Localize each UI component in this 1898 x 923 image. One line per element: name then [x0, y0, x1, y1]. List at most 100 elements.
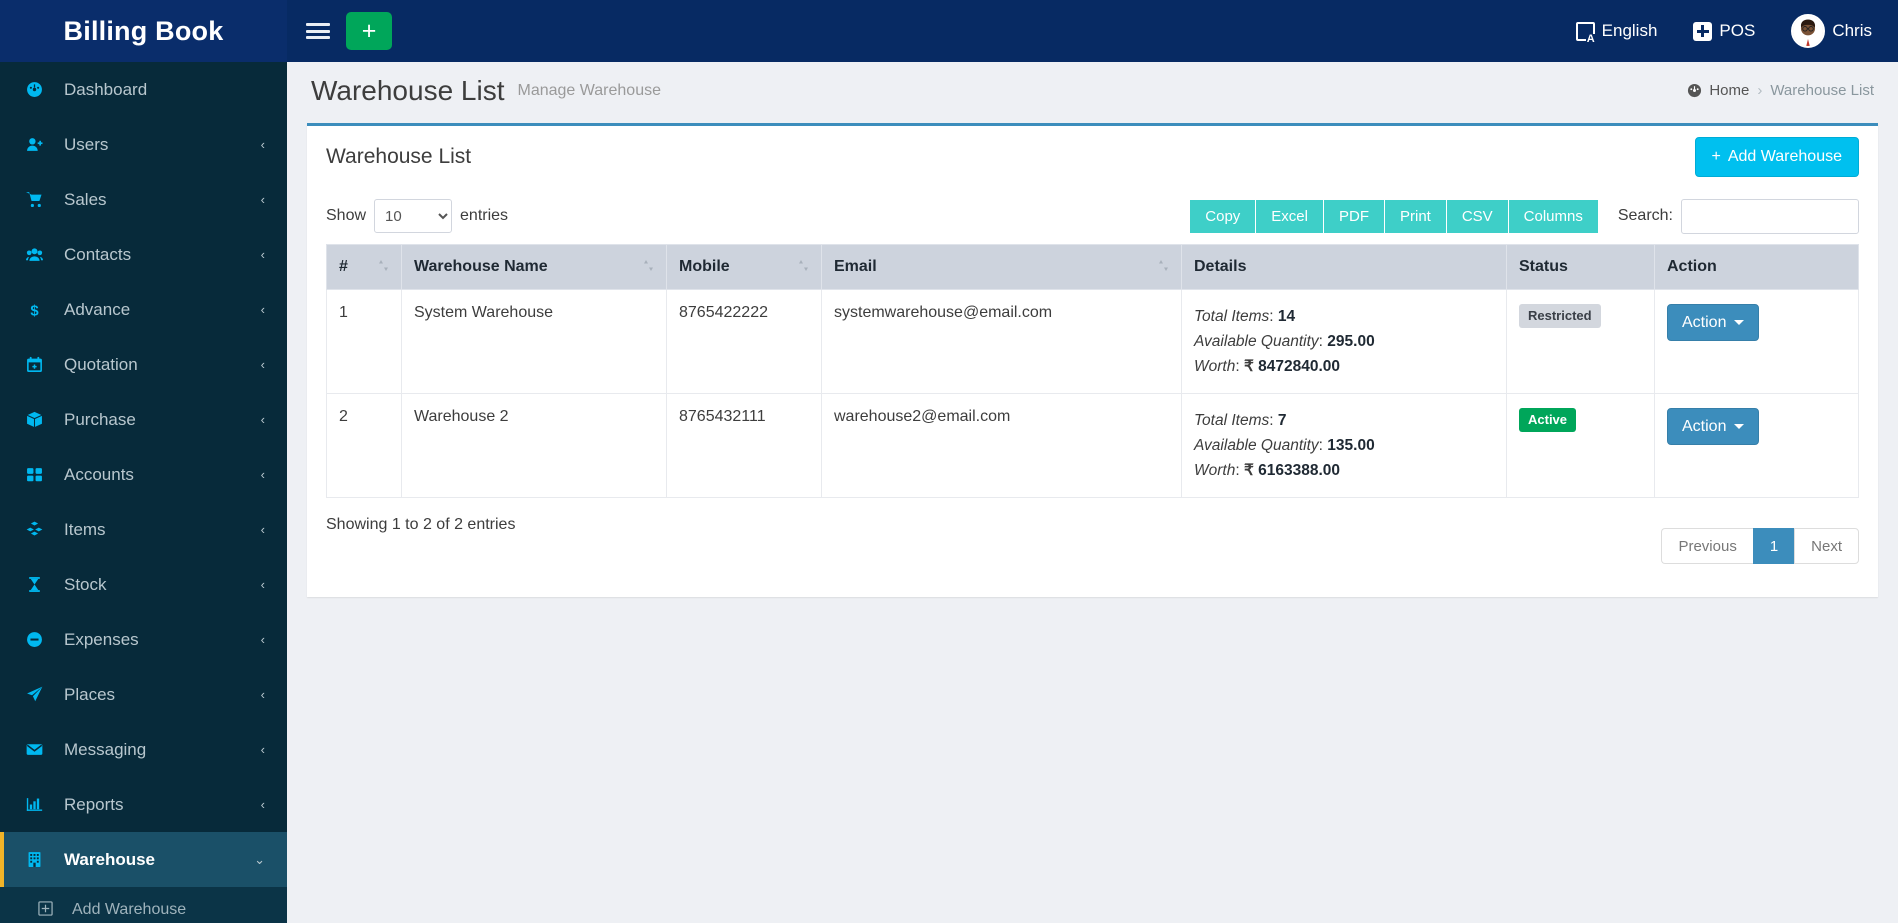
sidebar-item-places[interactable]: Places ‹	[0, 667, 287, 722]
user-menu[interactable]: Chris	[1791, 14, 1872, 48]
column-header-mobile[interactable]: Mobile	[666, 244, 822, 290]
sidebar-item-advance[interactable]: $ Advance ‹	[0, 282, 287, 337]
column-header-email[interactable]: Email	[821, 244, 1182, 290]
search-label: Search:	[1617, 207, 1673, 224]
detail-label-available-quantity: Available Quantity	[1194, 437, 1319, 454]
chevron-left-icon: ‹	[260, 467, 265, 482]
sort-icon[interactable]	[378, 259, 389, 276]
chevron-left-icon: ‹	[260, 632, 265, 647]
sidebar-item-stock[interactable]: Stock ‹	[0, 557, 287, 612]
detail-worth: Worth: ₹ 6163388.00	[1194, 458, 1494, 483]
pagination-previous[interactable]: Previous	[1661, 528, 1753, 564]
sidebar: Dashboard Users ‹ Sales ‹ Contacts ‹ $ Advance ‹ Q…	[0, 62, 287, 923]
detail-colon: :	[1269, 308, 1278, 325]
export-copy-button[interactable]: Copy	[1190, 199, 1257, 233]
detail-colon: :	[1318, 333, 1328, 350]
detail-value-worth: 6163388.00	[1258, 462, 1341, 479]
sidebar-item-label: Sales	[64, 189, 107, 209]
currency-symbol: ₹	[1243, 462, 1254, 479]
quick-add-button[interactable]: +	[346, 12, 392, 50]
column-header-label: #	[339, 258, 348, 275]
table-footer: Showing 1 to 2 of 2 entries Previous 1 N…	[326, 498, 1859, 578]
cell-email: systemwarehouse@email.com	[821, 289, 1182, 394]
sidebar-item-label: Expenses	[64, 629, 139, 649]
export-pdf-button[interactable]: PDF	[1323, 199, 1385, 233]
sidebar-item-accounts[interactable]: Accounts ‹	[0, 447, 287, 502]
sidebar-item-warehouse[interactable]: Warehouse ⌄	[0, 832, 287, 887]
sidebar-item-messaging[interactable]: Messaging ‹	[0, 722, 287, 777]
detail-label-worth: Worth	[1194, 462, 1236, 479]
detail-value-total-items: 14	[1277, 308, 1296, 325]
export-excel-button[interactable]: Excel	[1256, 199, 1324, 233]
contacts-icon	[26, 246, 52, 263]
sidebar-item-quotation[interactable]: Quotation ‹	[0, 337, 287, 392]
sidebar-subitem-add-warehouse[interactable]: Add Warehouse	[0, 887, 287, 923]
plus-square-icon	[38, 900, 62, 919]
add-warehouse-button[interactable]: + Add Warehouse	[1694, 137, 1859, 177]
row-action-button[interactable]: Action	[1667, 304, 1760, 341]
detail-colon: :	[1235, 462, 1244, 479]
calendar-icon	[26, 356, 52, 373]
sort-icon[interactable]	[643, 259, 654, 276]
detail-label-total-items: Total Items	[1194, 412, 1270, 429]
pagination-next[interactable]: Next	[1794, 528, 1859, 564]
column-header-label: Details	[1194, 258, 1247, 275]
sidebar-item-dashboard[interactable]: Dashboard	[0, 62, 287, 117]
sort-icon[interactable]	[1158, 259, 1169, 276]
hamburger-line	[306, 29, 330, 33]
app-brand[interactable]: Billing Book	[0, 0, 287, 62]
table-body: 1 System Warehouse 8765422222 systemwarehou…	[326, 289, 1859, 498]
cell-warehouse-name: System Warehouse	[401, 289, 667, 394]
export-button-group: Copy Excel PDF Print CSV Columns	[1190, 199, 1598, 233]
cell-details: Total Items: 14 Available Quantity: 295.0…	[1181, 289, 1507, 394]
detail-label-available-quantity: Available Quantity	[1194, 333, 1319, 350]
pos-label: POS	[1719, 21, 1756, 40]
detail-label-total-items: Total Items	[1194, 308, 1270, 325]
detail-label-worth: Worth	[1194, 358, 1236, 375]
hamburger-icon[interactable]	[306, 21, 330, 41]
row-action-button[interactable]: Action	[1667, 408, 1760, 445]
topbar-right-group: English POS Chris	[1575, 14, 1898, 48]
export-columns-button[interactable]: Columns	[1508, 199, 1598, 233]
column-header-[interactable]: #	[326, 244, 402, 290]
language-icon	[1575, 21, 1596, 45]
sidebar-item-contacts[interactable]: Contacts ‹	[0, 227, 287, 282]
cell-mobile: 8765422222	[666, 289, 822, 394]
content-header: Warehouse List Manage Warehouse Home › W…	[287, 62, 1898, 119]
column-header-warehouse-name[interactable]: Warehouse Name	[401, 244, 667, 290]
breadcrumb-home[interactable]: Home	[1687, 82, 1749, 99]
pagination: Previous 1 Next	[1661, 528, 1859, 564]
search-input[interactable]	[1681, 198, 1859, 234]
grid-icon	[26, 466, 52, 483]
row-action-label: Action	[1682, 417, 1727, 435]
breadcrumb-separator: ›	[1757, 82, 1763, 99]
export-csv-button[interactable]: CSV	[1446, 199, 1509, 233]
pos-link[interactable]: POS	[1693, 21, 1755, 41]
detail-available-quantity: Available Quantity: 135.00	[1194, 433, 1494, 458]
sort-icon[interactable]	[798, 259, 809, 276]
dollar-icon: $	[26, 301, 52, 318]
detail-value-available-quantity: 295.00	[1327, 333, 1375, 350]
export-print-button[interactable]: Print	[1384, 199, 1447, 233]
bar-chart-icon	[26, 796, 52, 813]
column-header-label: Email	[834, 258, 877, 275]
table-row: 2 Warehouse 2 8765432111 warehouse2@email.c…	[326, 393, 1859, 498]
language-selector[interactable]: English	[1575, 21, 1657, 45]
entries-per-page-select[interactable]: 102550100	[374, 199, 453, 233]
pagination-page-1[interactable]: 1	[1752, 528, 1795, 564]
sidebar-item-sales[interactable]: Sales ‹	[0, 172, 287, 227]
paper-plane-icon	[26, 686, 52, 703]
chevron-left-icon: ‹	[260, 137, 265, 152]
sidebar-item-expenses[interactable]: Expenses ‹	[0, 612, 287, 667]
sidebar-item-reports[interactable]: Reports ‹	[0, 777, 287, 832]
topbar-left-group: +	[287, 12, 392, 50]
status-badge: Restricted	[1519, 304, 1601, 328]
sidebar-item-users[interactable]: Users ‹	[0, 117, 287, 172]
search-control: Search:	[1617, 198, 1859, 234]
column-header-label: Warehouse Name	[414, 258, 548, 275]
sidebar-item-label: Advance	[64, 299, 131, 319]
sidebar-item-purchase[interactable]: Purchase ‹	[0, 392, 287, 447]
detail-value-total-items: 7	[1277, 412, 1287, 429]
column-header-label: Status	[1519, 258, 1568, 275]
sidebar-item-items[interactable]: Items ‹	[0, 502, 287, 557]
